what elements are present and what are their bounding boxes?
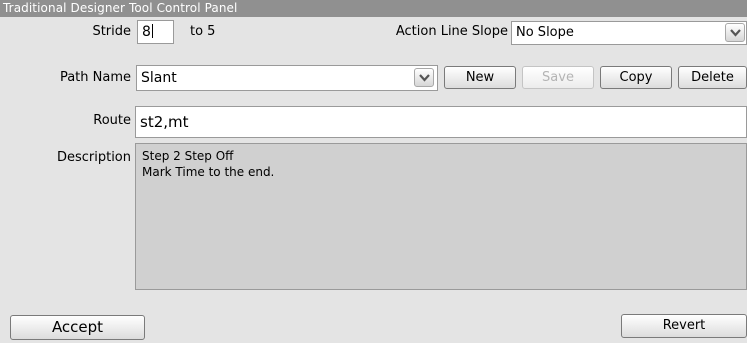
path-name-select[interactable]: Slant (136, 65, 438, 91)
route-value: st2,mt (140, 113, 189, 131)
text-cursor (151, 24, 153, 38)
description-line: Step 2 Step Off (142, 149, 234, 163)
action-line-slope-label: Action Line Slope (395, 24, 508, 39)
path-name-dropdown-button[interactable] (414, 68, 434, 87)
path-name-value: Slant (141, 70, 177, 86)
new-button[interactable]: New (444, 66, 516, 89)
description-label: Description (56, 150, 131, 165)
stride-label: Stride (92, 24, 131, 39)
save-button[interactable]: Save (522, 66, 594, 89)
action-line-slope-dropdown-button[interactable] (725, 23, 745, 42)
revert-button[interactable]: Revert (621, 314, 747, 338)
chevron-down-icon (419, 74, 430, 82)
stride-range-text: to 5 (190, 24, 216, 39)
description-textarea[interactable]: Step 2 Step Off Mark Time to the end. (135, 143, 747, 290)
delete-button[interactable]: Delete (678, 66, 747, 89)
route-label: Route (93, 113, 131, 128)
stride-input[interactable]: 8 (137, 20, 174, 44)
copy-button[interactable]: Copy (600, 66, 672, 89)
action-line-slope-select[interactable]: No Slope (511, 21, 747, 45)
accept-button[interactable]: Accept (10, 315, 145, 340)
action-line-slope-value: No Slope (516, 25, 574, 40)
route-input[interactable]: st2,mt (135, 106, 747, 138)
description-line: Mark Time to the end. (142, 165, 275, 179)
chevron-down-icon (730, 29, 741, 37)
window-title: Traditional Designer Tool Control Panel (0, 0, 747, 17)
path-name-label: Path Name (59, 70, 131, 85)
stride-value: 8 (142, 24, 151, 40)
